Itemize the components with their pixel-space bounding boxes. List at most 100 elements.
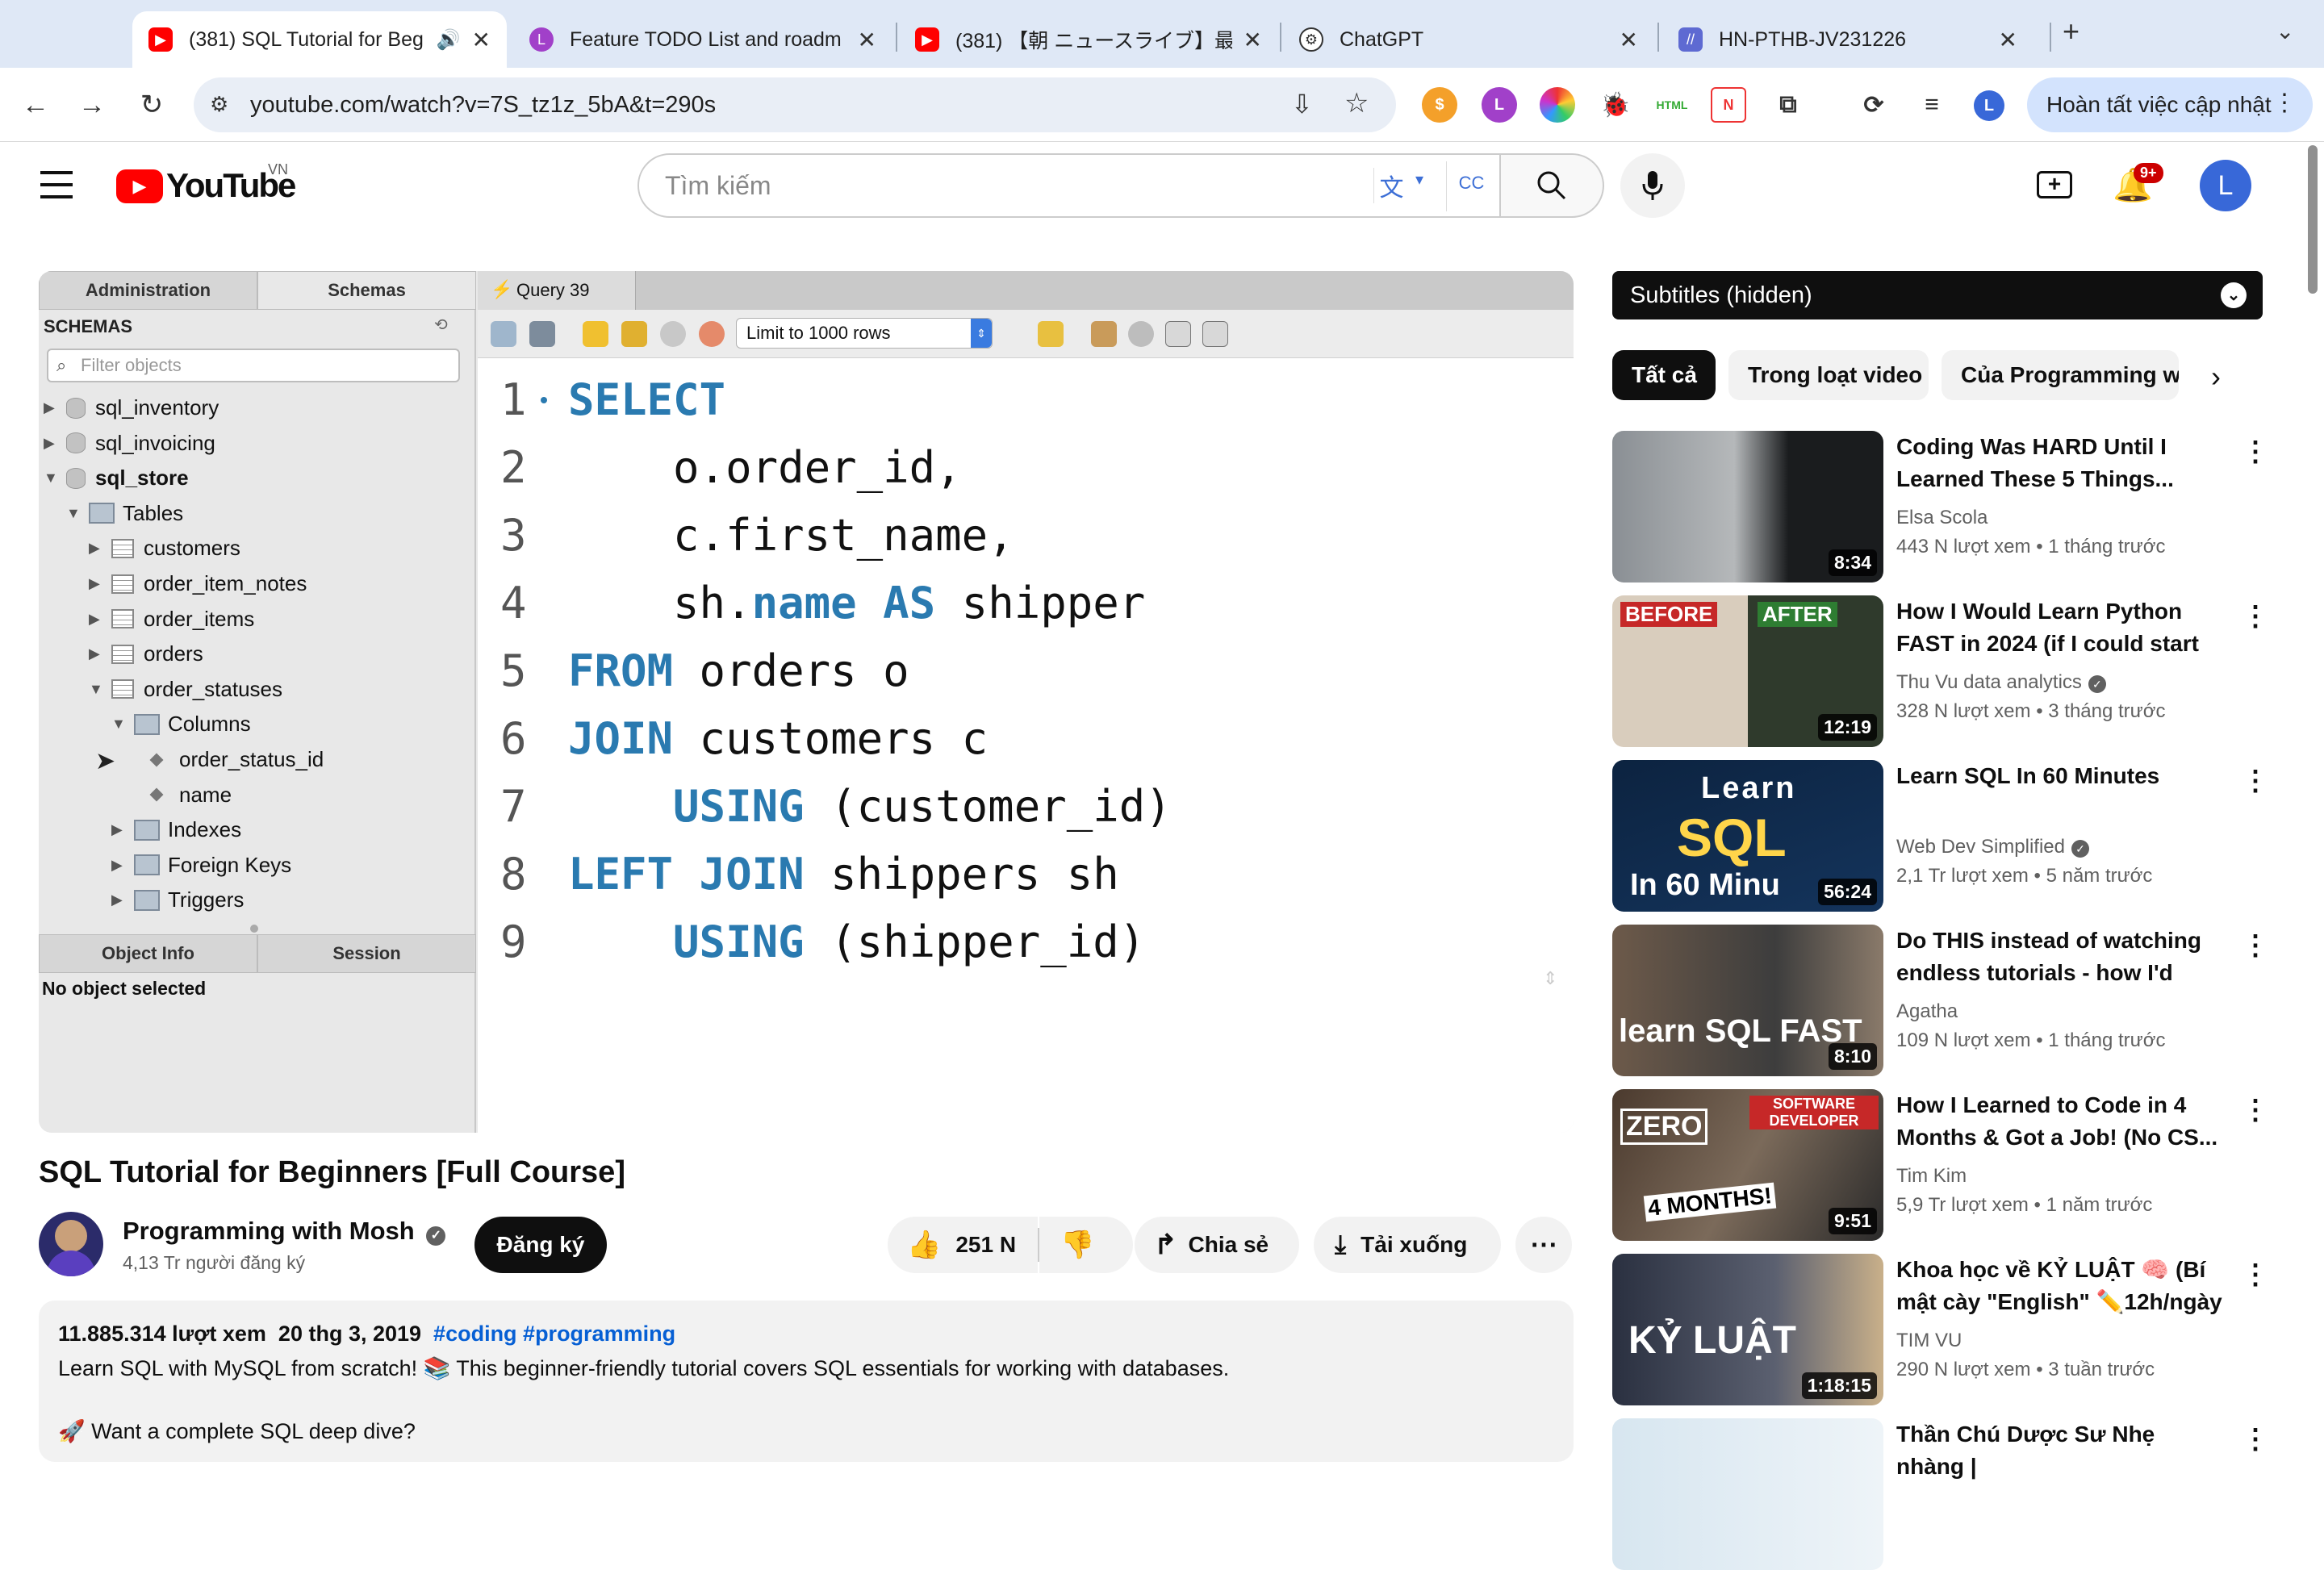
- expand-right-icon[interactable]: ▶: [111, 891, 129, 908]
- tab-object-info[interactable]: Object Info: [39, 934, 257, 973]
- browser-tab-hn-pthb[interactable]: // HN-PTHB-JV231226 ✕: [1662, 11, 2034, 68]
- recommended-video[interactable]: 8:34 Coding Was HARD Until I Learned Thes…: [1612, 431, 2269, 582]
- create-video-icon[interactable]: +: [2037, 171, 2072, 198]
- close-tab-icon[interactable]: ✕: [1999, 27, 2017, 53]
- more-vert-icon[interactable]: ⋮: [2242, 1423, 2269, 1455]
- site-info-icon[interactable]: ⚙: [210, 92, 228, 117]
- expand-down-icon[interactable]: ▼: [89, 681, 107, 698]
- expand-right-icon[interactable]: ▶: [89, 575, 107, 592]
- video-thumbnail[interactable]: learn SQL FAST 8:10: [1612, 925, 1883, 1076]
- video-thumbnail[interactable]: Learn SQL In 60 Minu 56:24: [1612, 760, 1883, 912]
- extension-n-icon[interactable]: N: [1711, 87, 1746, 123]
- recommended-channel[interactable]: Agatha: [1896, 1000, 1958, 1023]
- chip-in-series[interactable]: Trong loạt video: [1728, 350, 1929, 400]
- video-description[interactable]: 11.885.314 lượt xem 20 thg 3, 2019 #codi…: [39, 1301, 1574, 1462]
- execute-statement-icon[interactable]: [621, 321, 647, 347]
- scroll-arrows-icon[interactable]: ⇕: [1543, 968, 1557, 989]
- open-file-icon[interactable]: [491, 321, 516, 347]
- browser-tab-youtube-news[interactable]: ▶ (381) 【朝 ニュースライブ】最新 ✕: [899, 11, 1278, 68]
- more-vert-icon[interactable]: ⋮: [2242, 765, 2269, 797]
- chip-from-channel[interactable]: Của Programming wi: [1942, 350, 2179, 400]
- profile-avatar[interactable]: L: [1974, 90, 2004, 121]
- more-vert-icon[interactable]: ⋮: [2242, 600, 2269, 633]
- translate-icon[interactable]: 文: [1373, 168, 1409, 203]
- expand-right-icon[interactable]: ▶: [89, 611, 107, 628]
- tree-node-db[interactable]: ▶ sql_inventory: [44, 395, 219, 420]
- recommended-video[interactable]: KỶ LUẬT 1:18:15 Khoa học về KỶ LUẬT 🧠 (Bí …: [1612, 1254, 2269, 1405]
- tree-node-db[interactable]: ▼ sql_store: [44, 466, 189, 491]
- close-tab-icon[interactable]: ✕: [472, 27, 491, 53]
- video-player[interactable]: Administration Schemas SCHEMAS ⟲ ⌕ Filte…: [39, 271, 1574, 1133]
- hashtags-link[interactable]: #coding #programming: [433, 1322, 675, 1346]
- browser-tab-linear[interactable]: L Feature TODO List and roadm ✕: [513, 11, 892, 68]
- recommended-video[interactable]: Learn SQL In 60 Minu 56:24 Learn SQL In 60 M…: [1612, 760, 2269, 912]
- tree-node-folder[interactable]: ▶ Triggers: [111, 887, 244, 912]
- tree-node-table[interactable]: ▶ order_item_notes: [89, 571, 307, 596]
- expand-right-icon[interactable]: ▶: [44, 435, 61, 452]
- back-arrow-icon[interactable]: ←: [16, 86, 55, 124]
- tree-node-table[interactable]: ▼ order_statuses: [89, 677, 282, 702]
- recommended-channel[interactable]: Thu Vu data analytics ✓: [1896, 671, 2106, 694]
- chevron-down-icon[interactable]: ⌄: [2221, 282, 2247, 308]
- search-button[interactable]: [1501, 153, 1604, 218]
- dislike-button[interactable]: 👎: [1039, 1217, 1133, 1273]
- tree-node-column[interactable]: name: [136, 783, 232, 808]
- recommended-video[interactable]: Thần Chú Dược Sư Nhẹ nhàng | ⋮: [1612, 1418, 2269, 1570]
- subscribe-button[interactable]: Đăng ký: [474, 1217, 607, 1273]
- new-tab-icon[interactable]: +: [2063, 15, 2079, 48]
- refresh-icon[interactable]: ⟲: [434, 315, 448, 335]
- tree-node-folder[interactable]: ▶ Indexes: [111, 817, 241, 842]
- extension-coupon-icon[interactable]: $: [1422, 87, 1457, 123]
- recommended-video[interactable]: learn SQL FAST 8:10 Do THIS instead of wat…: [1612, 925, 2269, 1076]
- recommended-channel[interactable]: Tim Kim: [1896, 1165, 1967, 1188]
- more-vert-icon[interactable]: ⋮: [2242, 1094, 2269, 1126]
- tab-session[interactable]: Session: [257, 934, 476, 973]
- tree-node-folder[interactable]: ▼ Columns: [111, 712, 251, 737]
- recommended-video-title[interactable]: Coding Was HARD Until I Learned These 5 …: [1896, 431, 2227, 495]
- explain-icon[interactable]: [660, 321, 686, 347]
- bookmark-star-icon[interactable]: ☆: [1344, 87, 1369, 119]
- recommended-channel[interactable]: TIM VU: [1896, 1330, 1962, 1352]
- video-thumbnail[interactable]: ZERO SOFTWARE DEVELOPER 4 MONTHS! 9:51: [1612, 1089, 1883, 1241]
- recommended-video-title[interactable]: How I Learned to Code in 4 Months & Got …: [1896, 1089, 2227, 1154]
- more-vert-icon[interactable]: ⋮: [2272, 89, 2297, 117]
- extension-linear-icon[interactable]: L: [1482, 87, 1517, 123]
- expand-down-icon[interactable]: ▼: [111, 716, 129, 733]
- more-vert-icon[interactable]: ⋮: [2242, 929, 2269, 962]
- video-thumbnail[interactable]: 8:34: [1612, 431, 1883, 582]
- splitter-handle[interactable]: [250, 925, 258, 933]
- tree-node-folder[interactable]: ▼ Tables: [66, 501, 183, 526]
- chip-all[interactable]: Tất cả: [1612, 350, 1716, 400]
- expand-down-icon[interactable]: ▼: [44, 470, 61, 486]
- query-tab[interactable]: ⚡ Query 39: [478, 271, 636, 310]
- video-thumbnail[interactable]: KỶ LUẬT 1:18:15: [1612, 1254, 1883, 1405]
- limit-rows-select[interactable]: Limit to 1000 rows ⇕: [736, 318, 993, 349]
- subtitles-panel-bar[interactable]: Subtitles (hidden) ⌄: [1612, 271, 2263, 319]
- hamburger-menu-icon[interactable]: [40, 171, 73, 198]
- tab-schemas[interactable]: Schemas: [257, 271, 476, 310]
- channel-name[interactable]: Programming with Mosh ✓: [123, 1217, 446, 1246]
- performance-icon[interactable]: ⟳: [1856, 87, 1891, 123]
- tree-node-folder[interactable]: ▶ Foreign Keys: [111, 853, 291, 878]
- extension-bug-icon[interactable]: 🐞: [1598, 87, 1633, 123]
- search-input[interactable]: Tìm kiếm 文 ▾ CC: [637, 153, 1501, 218]
- reload-icon[interactable]: ↻: [132, 86, 171, 124]
- share-button[interactable]: ↱ Chia sẻ: [1135, 1217, 1299, 1273]
- address-bar[interactable]: ⚙ youtube.com/watch?v=7S_tz1z_5bA&t=290s…: [194, 77, 1396, 132]
- favorite-star-icon[interactable]: [1038, 321, 1064, 347]
- more-vert-icon[interactable]: ⋮: [2242, 436, 2269, 468]
- recommended-video[interactable]: BEFORE AFTER 12:19 How I Would Learn Python…: [1612, 595, 2269, 747]
- speaker-icon[interactable]: 🔊: [437, 28, 461, 52]
- media-control-icon[interactable]: ≡: [1914, 87, 1950, 123]
- expand-right-icon[interactable]: ▶: [111, 857, 129, 874]
- voice-search-button[interactable]: [1620, 153, 1685, 218]
- download-button[interactable]: ⤓ Tải xuống: [1314, 1217, 1501, 1273]
- caption-search-icon[interactable]: CC: [1446, 161, 1496, 211]
- recommended-video[interactable]: ZERO SOFTWARE DEVELOPER 4 MONTHS! 9:51 How I…: [1612, 1089, 2269, 1241]
- close-tab-icon[interactable]: ✕: [1620, 27, 1638, 53]
- extension-html-icon[interactable]: HTML: [1654, 87, 1690, 123]
- execute-icon[interactable]: [583, 321, 608, 347]
- expand-right-icon[interactable]: ▶: [111, 821, 129, 838]
- like-button[interactable]: 👍 251 N: [888, 1217, 1038, 1273]
- browser-tab-youtube-sql[interactable]: ▶ (381) SQL Tutorial for Beg 🔊 ✕: [132, 11, 507, 68]
